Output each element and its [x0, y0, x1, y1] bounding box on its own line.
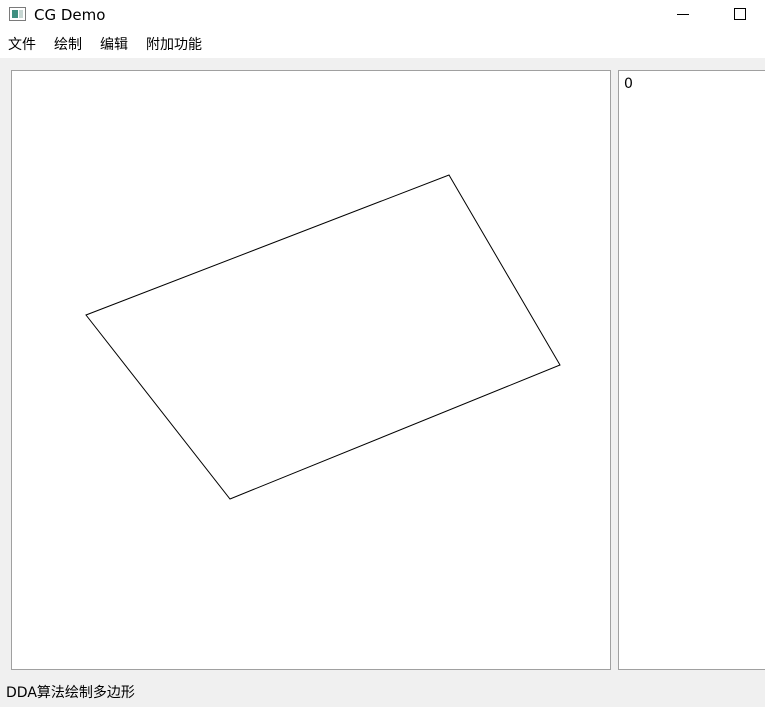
- status-text: DDA算法绘制多边形: [6, 685, 135, 701]
- drawing-canvas[interactable]: [11, 70, 611, 670]
- menu-bar: 文件 绘制 编辑 附加功能: [0, 31, 765, 58]
- minimize-icon: [677, 14, 689, 15]
- menu-extra-features[interactable]: 附加功能: [146, 37, 202, 54]
- main-window: CG Demo 文件 绘制 编辑 附加功能 0 DDA算法绘制多边形: [0, 0, 765, 707]
- title-bar: CG Demo: [0, 0, 765, 31]
- item-list-panel[interactable]: 0: [618, 70, 765, 670]
- menu-draw[interactable]: 绘制: [54, 37, 82, 54]
- list-item[interactable]: 0: [624, 76, 633, 93]
- menu-file[interactable]: 文件: [8, 37, 36, 54]
- maximize-button[interactable]: [717, 0, 763, 30]
- maximize-icon: [734, 8, 746, 20]
- drawn-polygon[interactable]: [85, 174, 561, 500]
- app-icon: [9, 7, 26, 21]
- minimize-button[interactable]: [660, 0, 706, 30]
- menu-edit[interactable]: 编辑: [100, 37, 128, 54]
- window-title: CG Demo: [34, 6, 106, 24]
- status-bar: DDA算法绘制多边形: [0, 681, 765, 707]
- canvas-svg: [85, 174, 561, 500]
